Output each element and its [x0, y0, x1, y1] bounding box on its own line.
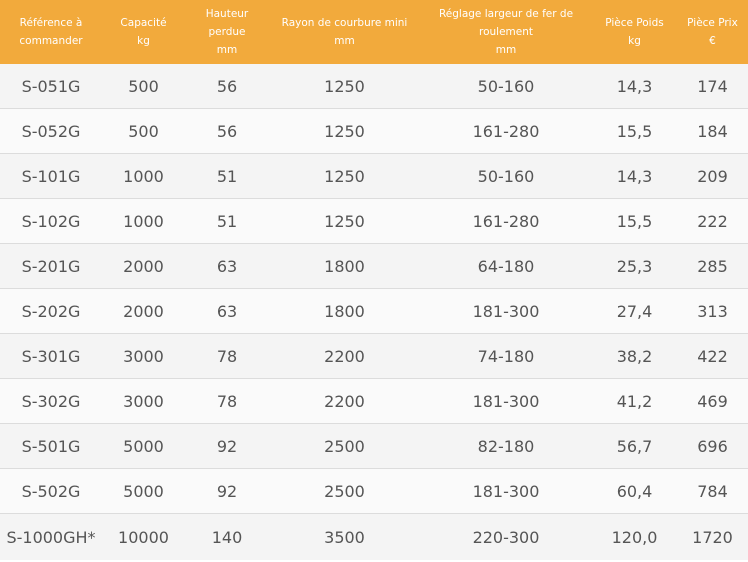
cell-price: 696: [677, 423, 748, 469]
cell-weight: 27,4: [592, 288, 677, 334]
product-spec-table: Référence à commander Capacité kg Hauteur …: [0, 0, 748, 560]
table-row: S-201G 2000 63 1800 64-180 25,3 285: [0, 243, 748, 289]
cell-weight: 41,2: [592, 378, 677, 424]
cell-track-width: 161-280: [420, 108, 592, 154]
header-lost-height: Hauteur perdue mm: [185, 0, 269, 64]
table-row: S-302G 3000 78 2200 181-300 41,2 469: [0, 378, 748, 424]
cell-weight: 60,4: [592, 468, 677, 514]
cell-capacity: 2000: [102, 243, 185, 289]
cell-weight: 15,5: [592, 198, 677, 244]
cell-track-width: 181-300: [420, 468, 592, 514]
header-track-width-adjust: Réglage largeur de fer de roulement mm: [420, 0, 592, 64]
cell-price: 422: [677, 333, 748, 379]
table-body: S-051G 500 56 1250 50-160 14,3 174 S-052G 500 56 1…: [0, 64, 748, 560]
cell-min-curve-radius: 3500: [269, 513, 420, 560]
cell-reference: S-301G: [0, 333, 102, 379]
header-piece-price: Pièce Prix €: [677, 0, 748, 64]
cell-reference: S-101G: [0, 153, 102, 199]
cell-lost-height: 78: [185, 333, 269, 379]
cell-capacity: 500: [102, 108, 185, 154]
cell-track-width: 74-180: [420, 333, 592, 379]
header-reference: Référence à commander: [0, 0, 102, 64]
cell-price: 469: [677, 378, 748, 424]
cell-price: 209: [677, 153, 748, 199]
table-row: S-1000GH* 10000 140 3500 220-300 120,0 1720: [0, 513, 748, 560]
cell-reference: S-202G: [0, 288, 102, 334]
table-row: S-102G 1000 51 1250 161-280 15,5 222: [0, 198, 748, 244]
cell-capacity: 2000: [102, 288, 185, 334]
cell-weight: 120,0: [592, 513, 677, 560]
table-row: S-501G 5000 92 2500 82-180 56,7 696: [0, 423, 748, 469]
cell-price: 313: [677, 288, 748, 334]
cell-reference: S-302G: [0, 378, 102, 424]
header-piece-weight: Pièce Poids kg: [592, 0, 677, 64]
cell-capacity: 10000: [102, 513, 185, 560]
cell-min-curve-radius: 2500: [269, 468, 420, 514]
cell-min-curve-radius: 1800: [269, 288, 420, 334]
header-row: Référence à commander Capacité kg Hauteur …: [0, 0, 748, 64]
cell-lost-height: 51: [185, 153, 269, 199]
table-row: S-502G 5000 92 2500 181-300 60,4 784: [0, 468, 748, 514]
cell-capacity: 1000: [102, 198, 185, 244]
cell-reference: S-502G: [0, 468, 102, 514]
cell-weight: 15,5: [592, 108, 677, 154]
cell-track-width: 181-300: [420, 378, 592, 424]
cell-weight: 56,7: [592, 423, 677, 469]
cell-weight: 25,3: [592, 243, 677, 289]
cell-min-curve-radius: 2200: [269, 378, 420, 424]
cell-price: 784: [677, 468, 748, 514]
cell-reference: S-201G: [0, 243, 102, 289]
header-min-curve-radius: Rayon de courbure mini mm: [269, 0, 420, 64]
table-header: Référence à commander Capacité kg Hauteur …: [0, 0, 748, 64]
cell-price: 174: [677, 64, 748, 109]
cell-track-width: 220-300: [420, 513, 592, 560]
cell-price: 222: [677, 198, 748, 244]
cell-lost-height: 63: [185, 243, 269, 289]
cell-reference: S-052G: [0, 108, 102, 154]
cell-price: 1720: [677, 513, 748, 560]
table-row: S-101G 1000 51 1250 50-160 14,3 209: [0, 153, 748, 199]
cell-lost-height: 51: [185, 198, 269, 244]
cell-min-curve-radius: 1800: [269, 243, 420, 289]
cell-lost-height: 63: [185, 288, 269, 334]
table-row: S-301G 3000 78 2200 74-180 38,2 422: [0, 333, 748, 379]
cell-track-width: 161-280: [420, 198, 592, 244]
cell-min-curve-radius: 1250: [269, 64, 420, 109]
cell-capacity: 3000: [102, 333, 185, 379]
cell-track-width: 50-160: [420, 153, 592, 199]
cell-lost-height: 56: [185, 108, 269, 154]
cell-price: 184: [677, 108, 748, 154]
table-row: S-051G 500 56 1250 50-160 14,3 174: [0, 64, 748, 109]
cell-lost-height: 140: [185, 513, 269, 560]
cell-track-width: 181-300: [420, 288, 592, 334]
cell-price: 285: [677, 243, 748, 289]
cell-min-curve-radius: 2200: [269, 333, 420, 379]
table-row: S-052G 500 56 1250 161-280 15,5 184: [0, 108, 748, 154]
cell-capacity: 5000: [102, 423, 185, 469]
cell-capacity: 1000: [102, 153, 185, 199]
cell-capacity: 3000: [102, 378, 185, 424]
cell-capacity: 5000: [102, 468, 185, 514]
cell-capacity: 500: [102, 64, 185, 109]
cell-lost-height: 78: [185, 378, 269, 424]
cell-reference: S-1000GH*: [0, 513, 102, 560]
cell-reference: S-102G: [0, 198, 102, 244]
cell-track-width: 64-180: [420, 243, 592, 289]
cell-min-curve-radius: 1250: [269, 198, 420, 244]
cell-lost-height: 92: [185, 423, 269, 469]
cell-weight: 14,3: [592, 153, 677, 199]
cell-weight: 38,2: [592, 333, 677, 379]
header-capacity: Capacité kg: [102, 0, 185, 64]
cell-min-curve-radius: 1250: [269, 108, 420, 154]
cell-track-width: 82-180: [420, 423, 592, 469]
cell-lost-height: 56: [185, 64, 269, 109]
table-row: S-202G 2000 63 1800 181-300 27,4 313: [0, 288, 748, 334]
cell-lost-height: 92: [185, 468, 269, 514]
cell-min-curve-radius: 2500: [269, 423, 420, 469]
cell-reference: S-501G: [0, 423, 102, 469]
cell-min-curve-radius: 1250: [269, 153, 420, 199]
cell-track-width: 50-160: [420, 64, 592, 109]
cell-weight: 14,3: [592, 64, 677, 109]
cell-reference: S-051G: [0, 64, 102, 109]
